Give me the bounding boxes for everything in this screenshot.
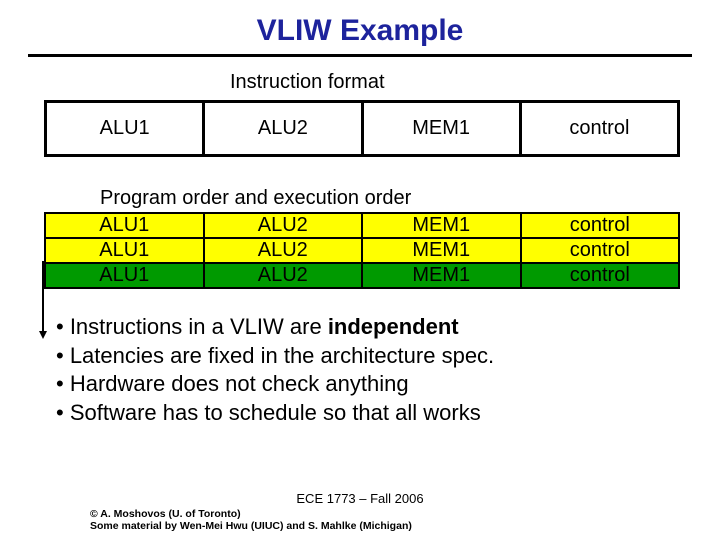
subtitle-instruction-format: Instruction format bbox=[230, 71, 720, 94]
format-cell-mem1: MEM1 bbox=[362, 102, 520, 156]
footer: ECE 1773 – Fall 2006 © A. Moshovos (U. o… bbox=[0, 491, 720, 532]
cell-control: control bbox=[521, 263, 680, 288]
cell-alu2: ALU2 bbox=[204, 238, 363, 263]
table-row: ALU1 ALU2 MEM1 control bbox=[45, 263, 679, 288]
cell-alu2: ALU2 bbox=[204, 263, 363, 288]
title-rule bbox=[28, 54, 692, 57]
order-table: ALU1 ALU2 MEM1 control ALU1 ALU2 MEM1 co… bbox=[44, 212, 680, 289]
format-cell-alu2: ALU2 bbox=[204, 102, 362, 156]
footer-credit-2: Some material by Wen-Mei Hwu (UIUC) and … bbox=[90, 520, 720, 532]
bullet-2: • Latencies are fixed in the architectur… bbox=[56, 342, 664, 371]
bullet-3: • Hardware does not check anything bbox=[56, 370, 664, 399]
cell-alu1: ALU1 bbox=[45, 238, 204, 263]
table-row: ALU1 ALU2 MEM1 control bbox=[45, 213, 679, 238]
cell-mem1: MEM1 bbox=[362, 213, 521, 238]
down-arrow-icon bbox=[40, 261, 46, 337]
slide-title: VLIW Example bbox=[0, 0, 720, 48]
slide: VLIW Example Instruction format ALU1 ALU… bbox=[0, 0, 720, 540]
bullet-list: • Instructions in a VLIW are independent… bbox=[56, 313, 664, 427]
table-row: ALU1 ALU2 MEM1 control bbox=[46, 102, 679, 156]
arrow-head bbox=[39, 331, 47, 339]
bullet-1-text: • Instructions in a VLIW are bbox=[56, 314, 328, 339]
subtitle-program-order: Program order and execution order bbox=[100, 187, 720, 210]
cell-alu1: ALU1 bbox=[45, 263, 204, 288]
bullet-4: • Software has to schedule so that all w… bbox=[56, 399, 664, 428]
footer-credit-1: © A. Moshovos (U. of Toronto) bbox=[90, 508, 720, 520]
format-cell-alu1: ALU1 bbox=[46, 102, 204, 156]
instruction-format-table: ALU1 ALU2 MEM1 control bbox=[44, 100, 680, 157]
cell-mem1: MEM1 bbox=[362, 263, 521, 288]
cell-control: control bbox=[521, 213, 680, 238]
table-row: ALU1 ALU2 MEM1 control bbox=[45, 238, 679, 263]
cell-alu2: ALU2 bbox=[204, 213, 363, 238]
arrow-line bbox=[42, 261, 44, 331]
bullet-1: • Instructions in a VLIW are independent bbox=[56, 313, 664, 342]
cell-mem1: MEM1 bbox=[362, 238, 521, 263]
format-cell-control: control bbox=[520, 102, 678, 156]
order-tables: ALU1 ALU2 MEM1 control ALU1 ALU2 MEM1 co… bbox=[44, 212, 676, 289]
cell-control: control bbox=[521, 238, 680, 263]
cell-alu1: ALU1 bbox=[45, 213, 204, 238]
bullet-1-strong: independent bbox=[328, 314, 459, 339]
footer-course: ECE 1773 – Fall 2006 bbox=[0, 491, 720, 506]
